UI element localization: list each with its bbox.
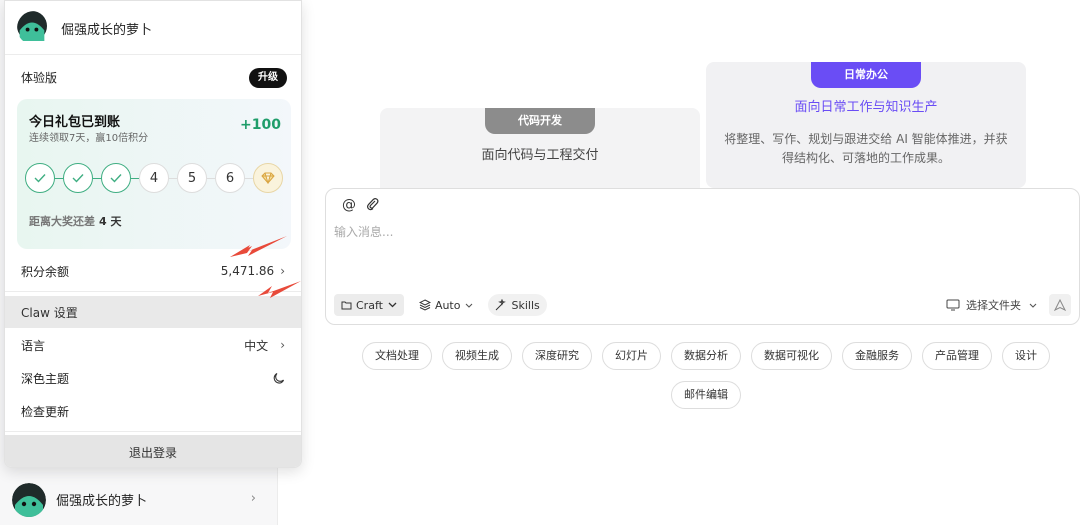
wand-icon xyxy=(496,299,507,311)
mode-card-code[interactable]: 代码开发 面向代码与工程交付 xyxy=(380,108,700,196)
account-menu: 倔强成长的萝卜 体验版 升级 今日礼包已到账 连续领取7天，赢10倍积分 +10… xyxy=(4,0,302,468)
moon-icon xyxy=(273,372,285,384)
category-chip[interactable]: 深度研究 xyxy=(522,342,592,370)
message-input[interactable]: 输入消息... xyxy=(334,223,393,240)
checkin-connector xyxy=(169,177,177,179)
category-chip[interactable]: 文档处理 xyxy=(362,342,432,370)
monitor-icon xyxy=(946,299,960,311)
menu-item-language[interactable]: 语言 中文 › xyxy=(5,329,301,361)
message-composer: @ 输入消息... Craft Auto Skills 选择文件夹 xyxy=(325,188,1080,325)
layers-icon xyxy=(418,299,431,311)
checkin-connector xyxy=(131,177,139,179)
avatar xyxy=(17,11,51,45)
checkin-connector xyxy=(245,177,253,179)
gift-remaining: 距离大奖还差 4 天 xyxy=(29,213,121,229)
category-chip[interactable]: 邮件编辑 xyxy=(671,381,741,409)
composer-tools: @ xyxy=(342,197,379,215)
chevron-down-icon xyxy=(1029,303,1037,308)
category-chip[interactable]: 视频生成 xyxy=(442,342,512,370)
menu-item-claw-settings[interactable]: Claw 设置 xyxy=(5,296,301,328)
checkin-connector xyxy=(55,177,63,179)
category-chip[interactable]: 幻灯片 xyxy=(602,342,661,370)
divider xyxy=(5,431,301,432)
menu-item-label: 语言 xyxy=(21,338,46,353)
mode-card-office[interactable]: 日常办公 面向日常工作与知识生产 将整理、写作、规划与跟进交给 AI 智能体推进… xyxy=(706,62,1026,188)
category-chip[interactable]: 数据分析 xyxy=(671,342,741,370)
composer-right-tools: 选择文件夹 xyxy=(946,294,1071,316)
menu-item-label: Claw 设置 xyxy=(21,305,78,320)
menu-item-label: 检查更新 xyxy=(21,404,70,419)
points-label: 积分余额 xyxy=(21,264,70,279)
send-icon xyxy=(1054,299,1066,311)
mode-card-tag: 代码开发 xyxy=(485,108,595,134)
divider xyxy=(5,291,301,292)
checkin-connector xyxy=(93,177,101,179)
points-value: 5,471.86 xyxy=(220,264,275,278)
daily-gift-card: 今日礼包已到账 连续领取7天，赢10倍积分 +100 456 距离大奖还差 4 天 xyxy=(17,99,291,249)
diamond-icon xyxy=(253,163,283,193)
category-chips: 文档处理 视频生成 深度研究 幻灯片 数据分析 数据可视化 金融服务 产品管理 设计邮件编辑 xyxy=(362,342,1050,409)
mode-card-tag: 日常办公 xyxy=(811,62,921,88)
checkin-day: 4 xyxy=(139,163,169,193)
chevron-down-icon xyxy=(466,303,473,308)
chevron-down-icon xyxy=(388,302,397,308)
menu-item-dark-theme[interactable]: 深色主题 xyxy=(5,362,301,394)
folder-picker[interactable]: 选择文件夹 xyxy=(946,297,1037,313)
app-window: 倔强成长的萝卜 › 代码开发 面向代码与工程交付 日常办公 面向日常工作与知识生… xyxy=(0,0,1080,525)
mode-select[interactable]: Craft xyxy=(334,294,404,316)
check-icon xyxy=(101,163,131,193)
category-chip[interactable]: 设计 xyxy=(1002,342,1050,370)
skills-label: Skills xyxy=(511,298,540,312)
language-value: 中文 xyxy=(244,338,269,353)
gift-bonus: +100 xyxy=(240,117,281,133)
upgrade-button[interactable]: 升级 xyxy=(249,68,287,88)
menu-item-check-update[interactable]: 检查更新 xyxy=(5,395,301,427)
check-icon xyxy=(63,163,93,193)
divider xyxy=(5,54,301,55)
sidebar-user-entry[interactable]: 倔强成长的萝卜 › xyxy=(0,474,278,525)
model-select-label: Auto xyxy=(434,298,461,312)
checkin-day: 5 xyxy=(177,163,207,193)
composer-toolbar: Craft Auto Skills 选择文件夹 xyxy=(334,293,1071,317)
folder-icon xyxy=(341,301,352,310)
chevron-right-icon: › xyxy=(250,491,256,506)
category-chip[interactable]: 产品管理 xyxy=(922,342,992,370)
chevron-right-icon: › xyxy=(280,338,285,352)
checkin-connector xyxy=(207,177,215,179)
avatar xyxy=(12,482,46,517)
account-menu-header: 倔强成长的萝卜 xyxy=(17,11,152,45)
model-select[interactable]: Auto xyxy=(412,294,481,316)
attachment-icon[interactable] xyxy=(366,197,379,215)
category-chip[interactable]: 数据可视化 xyxy=(751,342,832,370)
logout-button[interactable]: 退出登录 xyxy=(5,435,301,467)
category-chip[interactable]: 金融服务 xyxy=(842,342,912,370)
mode-card-description: 将整理、写作、规划与跟进交给 AI 智能体推进，并获得结构化、可落地的工作成果。 xyxy=(724,132,1008,165)
gift-subtitle: 连续领取7天，赢10倍积分 xyxy=(29,133,149,144)
account-name: 倔强成长的萝卜 xyxy=(61,22,153,38)
sidebar-user-name: 倔强成长的萝卜 xyxy=(56,494,148,509)
checkin-days: 456 xyxy=(25,163,285,193)
menu-item-label: 深色主题 xyxy=(21,371,70,386)
checkin-day: 6 xyxy=(215,163,245,193)
mention-icon[interactable]: @ xyxy=(342,197,356,215)
plan-label: 体验版 xyxy=(21,71,58,85)
mode-select-label: Craft xyxy=(356,298,383,312)
gift-title: 今日礼包已到账 xyxy=(29,115,121,130)
points-balance-row[interactable]: 积分余额 5,471.86 › xyxy=(5,255,301,287)
mode-card-title: 面向代码与工程交付 xyxy=(481,148,599,163)
skills-button[interactable]: Skills xyxy=(488,294,547,316)
send-button[interactable] xyxy=(1049,294,1071,316)
chevron-right-icon: › xyxy=(280,264,285,278)
hero-heading-fragment xyxy=(720,0,780,6)
gift-remaining-label: 距离大奖还差 xyxy=(29,215,95,228)
gift-remaining-value: 4 天 xyxy=(99,215,122,228)
mode-card-title: 面向日常工作与知识生产 xyxy=(794,100,938,115)
check-icon xyxy=(25,163,55,193)
folder-picker-label: 选择文件夹 xyxy=(966,299,1021,312)
